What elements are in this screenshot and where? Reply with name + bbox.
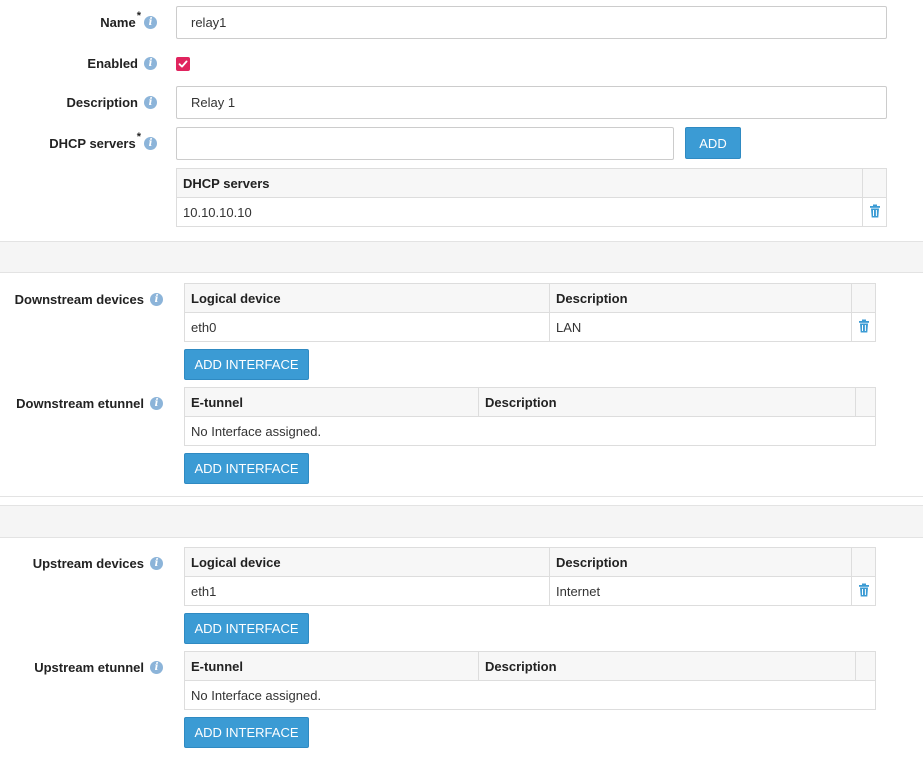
info-icon[interactable]: i xyxy=(144,136,157,150)
column-header-actions xyxy=(855,387,876,417)
enabled-label-text: Enabled xyxy=(87,55,138,71)
table-row: No Interface assigned. xyxy=(184,416,876,446)
downstream-devices-table: Logical device Description eth0 LAN xyxy=(184,283,876,342)
column-header: Description xyxy=(478,387,856,417)
column-header: E-tunnel xyxy=(184,387,479,417)
trash-icon[interactable] xyxy=(858,319,870,333)
column-header: Logical device xyxy=(184,547,550,577)
column-header: Description xyxy=(478,651,856,681)
table-row: eth1 Internet xyxy=(184,576,876,606)
info-icon[interactable]: i xyxy=(144,56,157,70)
info-icon[interactable]: i xyxy=(150,292,163,306)
trash-icon[interactable] xyxy=(858,583,870,597)
checkmark-icon xyxy=(178,60,188,68)
dhcp-servers-label-text: DHCP servers xyxy=(49,135,136,151)
table-header-row: E-tunnel Description xyxy=(184,651,876,681)
column-header: Description xyxy=(549,283,852,313)
enabled-label: Enabled i xyxy=(0,53,157,73)
downstream-etunnel-label: Downstream etunnel i xyxy=(0,393,163,413)
upstream-devices-table: Logical device Description eth1 Internet xyxy=(184,547,876,606)
table-header-row: Logical device Description xyxy=(184,283,876,313)
empty-message: No Interface assigned. xyxy=(184,416,876,446)
required-marker: * xyxy=(136,131,141,143)
description-input[interactable]: Relay 1 xyxy=(176,86,887,119)
section-divider xyxy=(0,241,923,273)
description-input-value: Relay 1 xyxy=(191,95,236,110)
upstream-etunnel-label: Upstream etunnel i xyxy=(0,657,163,677)
upstream-devices-label: Upstream devices i xyxy=(0,553,163,573)
dhcp-server-cell: 10.10.10.10 xyxy=(176,197,863,227)
info-icon[interactable]: i xyxy=(150,660,163,674)
description-cell: Internet xyxy=(549,576,852,606)
table-row: 10.10.10.10 xyxy=(176,197,887,227)
column-header: DHCP servers xyxy=(176,168,863,198)
upstream-etunnel-table: E-tunnel Description No Interface assign… xyxy=(184,651,876,710)
add-downstream-interface-button[interactable]: ADD INTERFACE xyxy=(184,349,309,380)
delete-cell xyxy=(862,197,887,227)
downstream-etunnel-label-text: Downstream etunnel xyxy=(16,395,144,411)
empty-message: No Interface assigned. xyxy=(184,680,876,710)
name-input-value: relay1 xyxy=(191,15,227,30)
required-marker: * xyxy=(136,10,141,22)
add-downstream-etunnel-button[interactable]: ADD INTERFACE xyxy=(184,453,309,484)
column-header: E-tunnel xyxy=(184,651,479,681)
info-icon[interactable]: i xyxy=(150,556,163,570)
description-cell: LAN xyxy=(549,312,852,342)
column-header-actions xyxy=(851,283,876,313)
add-upstream-interface-button[interactable]: ADD INTERFACE xyxy=(184,613,309,644)
description-label: Description i xyxy=(0,92,157,112)
dhcp-servers-table: DHCP servers 10.10.10.10 xyxy=(176,168,887,227)
downstream-etunnel-table: E-tunnel Description No Interface assign… xyxy=(184,387,876,446)
section-divider xyxy=(0,505,923,538)
info-icon[interactable]: i xyxy=(150,396,163,410)
add-dhcp-server-button[interactable]: ADD xyxy=(685,127,741,159)
description-label-text: Description xyxy=(66,94,138,110)
delete-cell xyxy=(851,312,876,342)
info-icon[interactable]: i xyxy=(144,15,157,29)
add-upstream-etunnel-button[interactable]: ADD INTERFACE xyxy=(184,717,309,748)
table-row: eth0 LAN xyxy=(184,312,876,342)
delete-cell xyxy=(851,576,876,606)
column-header-actions xyxy=(862,168,887,198)
downstream-devices-label-text: Downstream devices xyxy=(14,291,144,307)
table-header-row: E-tunnel Description xyxy=(184,387,876,417)
dhcp-server-input[interactable] xyxy=(176,127,674,160)
upstream-etunnel-label-text: Upstream etunnel xyxy=(34,659,144,675)
table-row: No Interface assigned. xyxy=(184,680,876,710)
name-label-text: Name xyxy=(100,14,136,30)
table-header-row: Logical device Description xyxy=(184,547,876,577)
column-header: Description xyxy=(549,547,852,577)
info-icon[interactable]: i xyxy=(144,95,157,109)
logical-device-cell: eth1 xyxy=(184,576,550,606)
column-header-actions xyxy=(851,547,876,577)
upstream-devices-label-text: Upstream devices xyxy=(32,555,144,571)
column-header: Logical device xyxy=(184,283,550,313)
trash-icon[interactable] xyxy=(869,204,881,218)
column-header-actions xyxy=(855,651,876,681)
name-label: Name * i xyxy=(0,10,157,32)
logical-device-cell: eth0 xyxy=(184,312,550,342)
name-input[interactable]: relay1 xyxy=(176,6,887,39)
downstream-devices-label: Downstream devices i xyxy=(0,289,163,309)
dhcp-servers-label: DHCP servers * i xyxy=(0,131,157,153)
enabled-checkbox[interactable] xyxy=(176,57,190,71)
table-header-row: DHCP servers xyxy=(176,168,887,198)
